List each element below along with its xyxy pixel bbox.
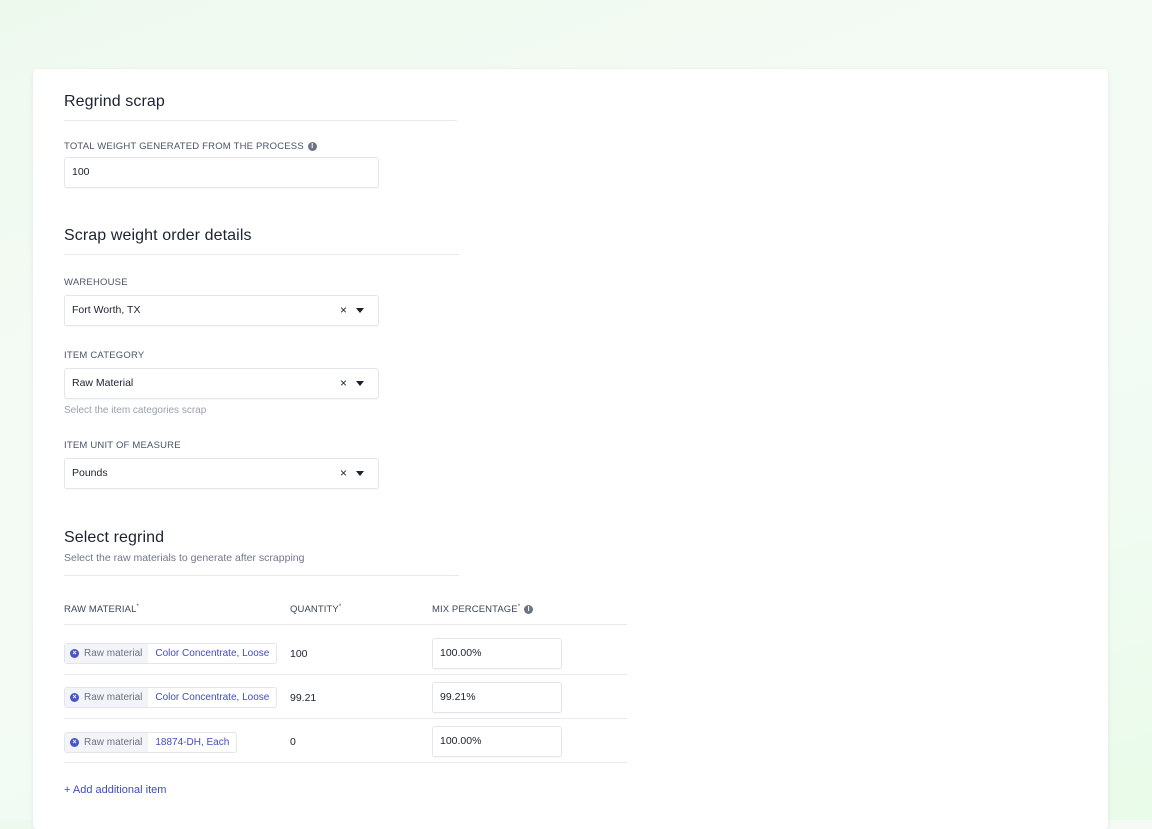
select-regrind-heading: Select regrind	[64, 529, 165, 546]
warehouse-value: Fort Worth, TX	[72, 304, 141, 316]
column-header-mix-percentage: MIX PERCENTAGE* i	[432, 604, 534, 616]
close-icon[interactable]: ×	[340, 459, 347, 488]
chip-tag: × Raw material	[65, 644, 149, 663]
mix-percentage-value: 100.00%	[440, 647, 482, 659]
chip-tag-label: Raw material	[84, 737, 143, 748]
chip-item-label: 18874-DH, Each	[155, 737, 230, 748]
section-divider	[64, 575, 459, 576]
uom-select[interactable]: Pounds ×	[64, 458, 379, 489]
table-header-divider	[64, 624, 627, 625]
remove-circle-icon[interactable]: ×	[70, 693, 79, 702]
mix-percentage-value: 100.00%	[440, 735, 482, 747]
raw-material-chip[interactable]: × Raw material Color Concentrate, Loose	[64, 643, 278, 664]
chip-tag: × Raw material	[65, 688, 149, 707]
info-icon[interactable]: i	[307, 142, 317, 151]
remove-circle-icon[interactable]: ×	[70, 649, 79, 658]
column-header-label: MIX PERCENTAGE	[432, 604, 518, 616]
total-weight-input[interactable]: 100	[64, 157, 379, 188]
quantity-value: 100	[290, 648, 308, 660]
table-row-divider	[64, 762, 627, 763]
select-controls: ×	[340, 369, 364, 398]
warehouse-select[interactable]: Fort Worth, TX ×	[64, 295, 379, 326]
uom-label: ITEM UNIT OF MEASURE	[64, 440, 181, 451]
uom-value: Pounds	[72, 467, 108, 479]
close-icon[interactable]: ×	[340, 296, 347, 325]
column-header-quantity: QUANTITY*	[290, 604, 341, 615]
mix-percentage-input[interactable]: 100.00%	[432, 726, 562, 757]
warehouse-label: WAREHOUSE	[64, 277, 128, 288]
close-icon[interactable]: ×	[340, 369, 347, 398]
select-controls: ×	[340, 296, 364, 325]
section-divider	[64, 254, 459, 255]
column-header-label: QUANTITY	[290, 604, 339, 616]
chip-tag-label: Raw material	[84, 692, 143, 703]
total-weight-value: 100	[72, 166, 90, 178]
caret-down-icon[interactable]	[356, 471, 364, 476]
required-mark: *	[338, 604, 342, 610]
column-header-label: RAW MATERIAL	[64, 604, 137, 616]
chip-tag-label: Raw material	[84, 648, 143, 659]
total-weight-label: TOTAL WEIGHT GENERATED FROM THE PROCESS i	[64, 141, 317, 152]
quantity-value: 0	[290, 736, 296, 748]
chip-item-label: Color Concentrate, Loose	[155, 692, 270, 703]
caret-down-icon[interactable]	[356, 308, 364, 313]
add-additional-item-link[interactable]: + Add additional item	[64, 784, 166, 796]
item-category-select[interactable]: Raw Material ×	[64, 368, 379, 399]
required-mark: *	[517, 604, 521, 610]
total-weight-label-text: TOTAL WEIGHT GENERATED FROM THE PROCESS	[64, 141, 304, 152]
item-category-hint: Select the item categories scrap	[64, 405, 207, 416]
table-row-divider	[64, 674, 627, 675]
mix-percentage-input[interactable]: 100.00%	[432, 638, 562, 669]
table-row-divider	[64, 718, 627, 719]
item-category-value: Raw Material	[72, 377, 134, 389]
select-controls: ×	[340, 459, 364, 488]
chip-tag: × Raw material	[65, 733, 149, 752]
chip-item-label: Color Concentrate, Loose	[155, 648, 270, 659]
mix-percentage-input[interactable]: 99.21%	[432, 682, 562, 713]
raw-material-chip[interactable]: × Raw material Color Concentrate, Loose	[64, 687, 278, 708]
info-icon[interactable]: i	[524, 605, 534, 615]
raw-material-chip[interactable]: × Raw material 18874-DH, Each	[64, 732, 238, 753]
required-mark: *	[136, 604, 139, 610]
caret-down-icon[interactable]	[356, 381, 364, 386]
item-category-label: ITEM CATEGORY	[64, 350, 145, 361]
mix-percentage-value: 99.21%	[440, 691, 476, 703]
remove-circle-icon[interactable]: ×	[70, 738, 79, 747]
quantity-value: 99.21	[290, 692, 317, 704]
form-card: Regrind scrap TOTAL WEIGHT GENERATED FRO…	[33, 69, 1108, 829]
column-header-raw-material: RAW MATERIAL*	[64, 604, 139, 615]
section-divider	[64, 120, 457, 121]
scrap-weight-order-heading: Scrap weight order details	[64, 227, 252, 244]
select-regrind-subtitle: Select the raw materials to generate aft…	[64, 552, 305, 564]
regrind-scrap-heading: Regrind scrap	[64, 93, 165, 110]
